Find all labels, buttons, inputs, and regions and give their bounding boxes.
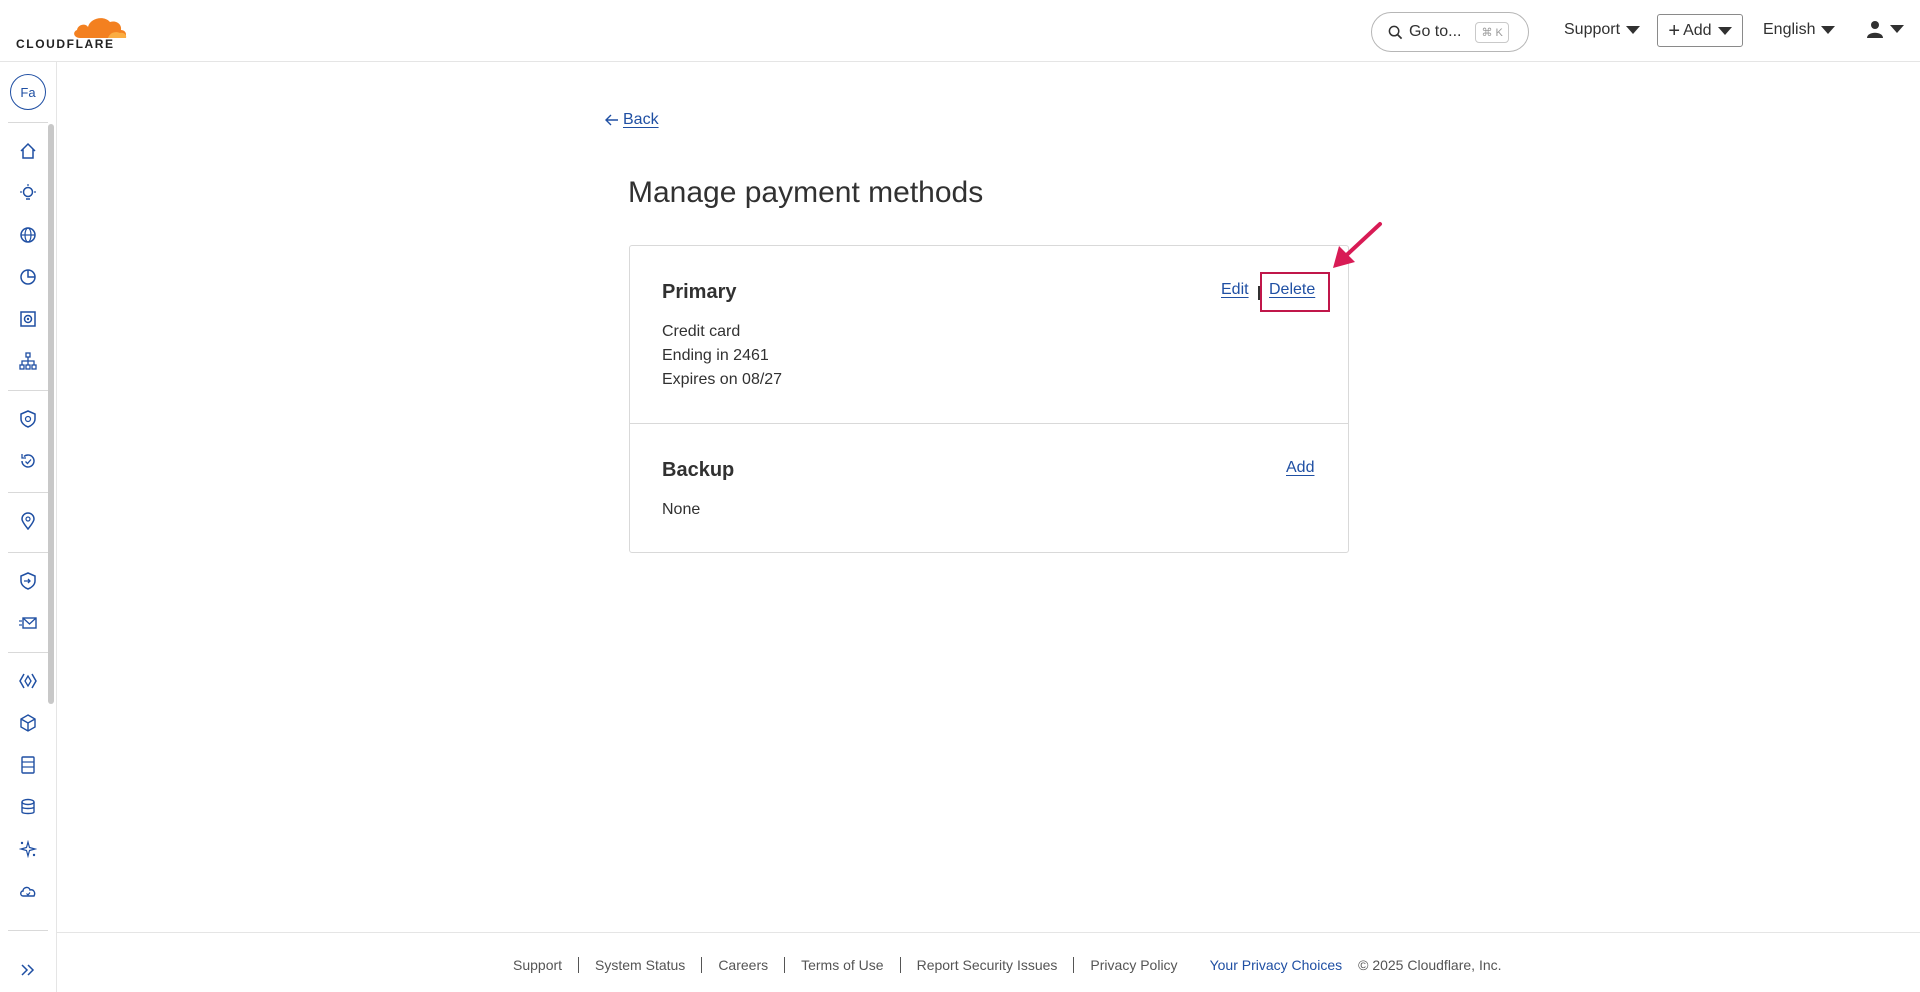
location-icon[interactable] xyxy=(19,512,37,530)
top-bar: CLOUDFLARE Go to... ⌘ K Support + Add En… xyxy=(0,0,1920,62)
globe-icon[interactable] xyxy=(19,226,37,244)
footer-support-link[interactable]: Support xyxy=(497,957,580,973)
user-menu[interactable] xyxy=(1866,20,1904,38)
sidebar-divider xyxy=(8,122,48,123)
footer-privacy-choices-link[interactable]: Your Privacy Choices xyxy=(1194,957,1359,973)
goto-search-button[interactable]: Go to... ⌘ K xyxy=(1371,12,1529,52)
logo-text: CLOUDFLARE xyxy=(16,37,115,51)
user-icon xyxy=(1867,21,1883,38)
database-icon[interactable] xyxy=(19,798,37,816)
ai-icon[interactable] xyxy=(19,840,37,858)
account-avatar[interactable]: Fa xyxy=(10,74,46,110)
storage-icon[interactable] xyxy=(19,756,37,774)
workers-icon[interactable] xyxy=(19,672,37,690)
sidebar-scrollbar[interactable] xyxy=(48,124,54,704)
shield-icon[interactable] xyxy=(19,410,37,428)
analytics-icon[interactable] xyxy=(19,268,37,286)
language-label: English xyxy=(1763,21,1816,38)
card-expiry: Expires on 08/27 xyxy=(662,371,783,388)
footer-copyright: © 2025 Cloudflare, Inc. xyxy=(1358,957,1502,973)
footer-report-security-link[interactable]: Report Security Issues xyxy=(901,957,1075,973)
add-backup-link[interactable]: Add xyxy=(1286,459,1314,477)
cloud-icon[interactable] xyxy=(19,882,37,900)
annotation-arrow-icon xyxy=(1333,222,1382,268)
delete-highlight-box xyxy=(1260,272,1330,312)
email-icon[interactable] xyxy=(19,614,37,632)
expand-sidebar-icon[interactable] xyxy=(20,962,36,978)
language-dropdown[interactable]: English xyxy=(1763,21,1836,39)
footer-system-status-link[interactable]: System Status xyxy=(579,957,703,973)
cube-icon[interactable] xyxy=(19,714,37,732)
backup-payment-section: Backup Add None xyxy=(630,424,1348,554)
edit-payment-link[interactable]: Edit xyxy=(1221,281,1249,299)
primary-title: Primary xyxy=(662,281,737,303)
zero-trust-icon[interactable] xyxy=(19,572,37,590)
footer-links: Support System Status Careers Terms of U… xyxy=(497,957,1502,973)
sidebar-divider xyxy=(8,492,48,493)
arrow-left-icon xyxy=(605,114,618,126)
page-title: Manage payment methods xyxy=(628,176,984,209)
support-dropdown[interactable]: Support xyxy=(1564,21,1641,39)
lightbulb-icon[interactable] xyxy=(19,184,37,202)
caret-down-icon xyxy=(1717,26,1732,35)
home-icon[interactable] xyxy=(19,142,37,160)
add-label: Add xyxy=(1683,21,1712,39)
cloudflare-logo[interactable]: CLOUDFLARE xyxy=(16,10,127,51)
payment-methods-card: Primary Edit Delete Credit card Ending i… xyxy=(629,245,1349,553)
add-dropdown-button[interactable]: + Add xyxy=(1657,14,1743,47)
footer-privacy-policy-link[interactable]: Privacy Policy xyxy=(1074,957,1193,973)
goto-label: Go to... xyxy=(1409,23,1462,40)
support-label: Support xyxy=(1564,21,1621,38)
back-link[interactable]: Back xyxy=(605,111,659,129)
primary-payment-section: Primary Edit Delete Credit card Ending i… xyxy=(630,246,1348,424)
back-label: Back xyxy=(623,111,659,128)
history-icon[interactable] xyxy=(19,452,37,470)
plus-icon: + xyxy=(1668,19,1681,42)
search-icon xyxy=(1388,25,1403,39)
security-center-icon[interactable] xyxy=(19,310,37,328)
sidebar-divider xyxy=(8,930,48,931)
cloud-logo-icon xyxy=(74,18,127,38)
backup-title: Backup xyxy=(662,459,735,481)
footer-careers-link[interactable]: Careers xyxy=(702,957,786,973)
payment-type: Credit card xyxy=(662,323,741,340)
sidebar-divider xyxy=(8,652,48,653)
footer-terms-link[interactable]: Terms of Use xyxy=(785,957,901,973)
caret-down-icon xyxy=(1890,25,1904,33)
backup-value: None xyxy=(662,501,701,518)
card-ending: Ending in 2461 xyxy=(662,347,769,364)
network-icon[interactable] xyxy=(19,352,37,370)
caret-down-icon xyxy=(1626,26,1641,34)
sidebar: Fa xyxy=(0,62,57,992)
sidebar-divider xyxy=(8,390,48,391)
sidebar-divider xyxy=(8,552,48,553)
goto-shortcut: ⌘ K xyxy=(1475,21,1509,43)
caret-down-icon xyxy=(1821,26,1836,34)
footer: Support System Status Careers Terms of U… xyxy=(57,932,1920,992)
